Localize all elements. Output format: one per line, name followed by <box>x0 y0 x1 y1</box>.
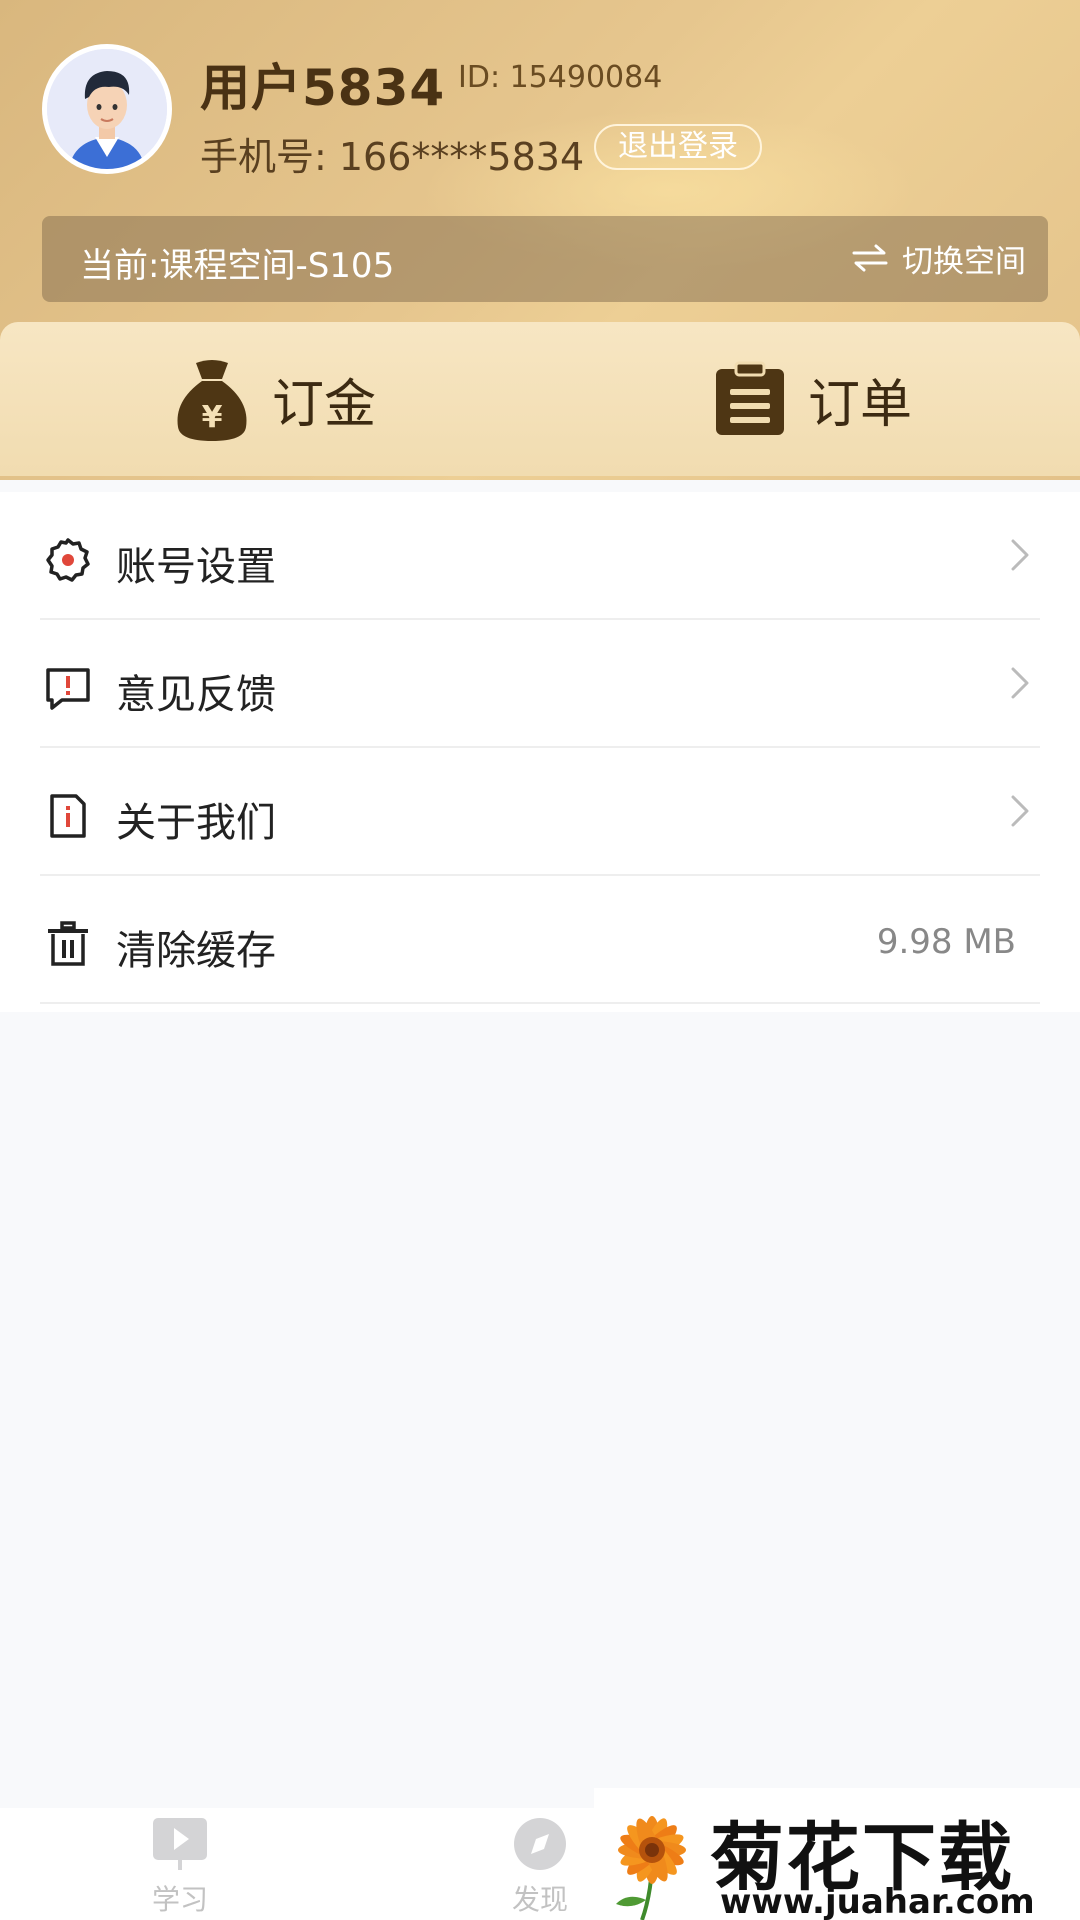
swap-arrows-icon <box>852 244 888 272</box>
username: 用户5834 <box>200 59 446 117</box>
watermark-url: www.juahar.com <box>720 1882 1035 1920</box>
settings-menu: 账号设置 意见反馈 关于我们 清除缓存 9.98 MB <box>0 492 1080 1012</box>
gear-icon <box>46 538 90 582</box>
menu-item-about-us[interactable]: 关于我们 <box>0 748 1080 876</box>
compass-icon <box>514 1818 566 1870</box>
current-space-label: 当前:课程空间-S105 <box>80 246 395 286</box>
tab-label: 发现 <box>511 1883 568 1916</box>
deposit-button[interactable]: ¥ 订金 <box>174 354 376 444</box>
avatar[interactable] <box>42 44 172 174</box>
orders-button[interactable]: 订单 <box>714 354 912 444</box>
money-bag-icon: ¥ <box>177 360 247 441</box>
space-bar: 当前:课程空间-S105 切换空间 <box>42 216 1048 302</box>
phone-number: 手机号: 166****5834 <box>200 135 585 179</box>
divider <box>40 1002 1040 1004</box>
tab-discover[interactable]: 发现 <box>470 1816 610 1920</box>
chevron-right-icon <box>1011 795 1029 827</box>
feedback-icon <box>46 668 90 710</box>
clipboard-icon <box>716 361 784 435</box>
chevron-right-icon <box>1011 539 1029 571</box>
switch-space-button[interactable]: 切换空间 <box>852 238 1026 280</box>
avatar-illustration-icon <box>47 49 167 169</box>
menu-label: 关于我们 <box>116 800 276 846</box>
chevron-right-icon <box>1011 667 1029 699</box>
flower-logo-icon <box>616 1816 686 1920</box>
menu-label: 账号设置 <box>116 544 276 590</box>
trash-icon <box>48 921 88 966</box>
quick-actions-card: ¥ 订金 订单 <box>0 322 1080 476</box>
cache-size: 9.98 MB <box>876 922 1016 962</box>
info-doc-icon <box>50 794 86 838</box>
play-board-icon <box>153 1818 207 1870</box>
svg-text:¥: ¥ <box>202 400 223 435</box>
menu-item-account-settings[interactable]: 账号设置 <box>0 492 1080 620</box>
user-id: ID: 15490084 <box>458 60 663 95</box>
menu-item-clear-cache[interactable]: 清除缓存 9.98 MB <box>0 876 1080 1004</box>
tab-label: 学习 <box>151 1883 208 1916</box>
switch-space-label: 切换空间 <box>902 243 1026 280</box>
menu-label: 清除缓存 <box>116 928 276 974</box>
deposit-label: 订金 <box>272 374 377 435</box>
watermark: 菊花下载网 www.juahar.com <box>594 1788 1080 1920</box>
menu-label: 意见反馈 <box>116 672 276 718</box>
menu-item-feedback[interactable]: 意见反馈 <box>0 620 1080 748</box>
logout-button[interactable]: 退出登录 <box>594 124 762 170</box>
tab-study[interactable]: 学习 <box>110 1816 250 1920</box>
orders-label: 订单 <box>808 374 913 435</box>
